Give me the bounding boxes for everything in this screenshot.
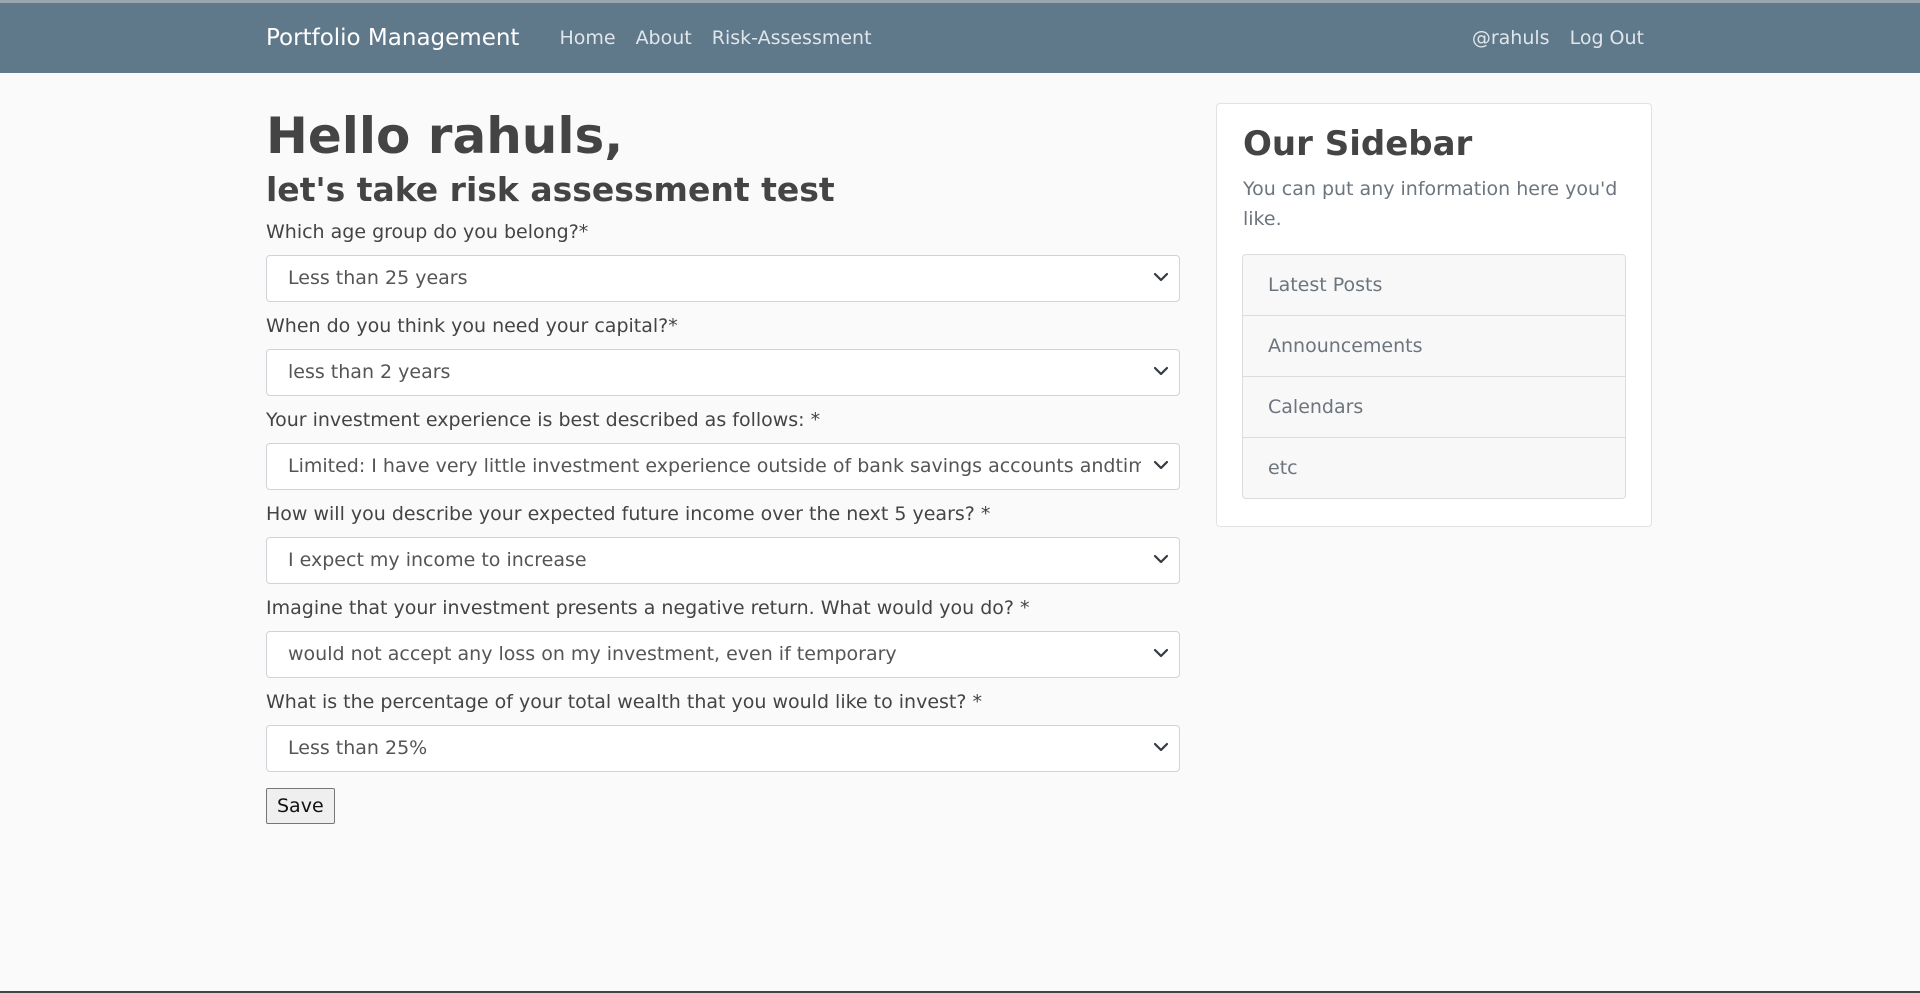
sidebar-list: Latest Posts Announcements Calendars etc <box>1242 254 1626 499</box>
chevron-down-icon <box>1153 366 1169 376</box>
wealth-percentage-select[interactable]: Less than 25% <box>266 725 1180 772</box>
nav-link-risk-assessment[interactable]: Risk-Assessment <box>712 27 872 49</box>
nav-link-home[interactable]: Home <box>559 27 615 49</box>
sidebar-item-calendars[interactable]: Calendars <box>1243 376 1625 437</box>
question-capital-need: When do you think you need your capital?… <box>266 314 1180 396</box>
sidebar-title: Our Sidebar <box>1243 124 1473 164</box>
save-button[interactable]: Save <box>266 788 335 824</box>
question-future-income: How will you describe your expected futu… <box>266 502 1180 584</box>
nav-links: Home About Risk-Assessment <box>559 27 891 49</box>
select-value: I expect my income to increase <box>288 549 587 571</box>
question-label: Your investment experience is best descr… <box>266 409 821 431</box>
chevron-down-icon <box>1153 460 1169 470</box>
logout-link[interactable]: Log Out <box>1570 27 1644 49</box>
question-negative-return: Imagine that your investment presents a … <box>266 596 1180 678</box>
question-investment-experience: Your investment experience is best descr… <box>266 408 1180 490</box>
navbar: Portfolio Management Home About Risk-Ass… <box>0 3 1920 73</box>
chevron-down-icon <box>1153 272 1169 282</box>
sidebar: Our Sidebar You can put any information … <box>1216 103 1652 527</box>
sidebar-text: You can put any information here you'd l… <box>1243 178 1618 230</box>
question-age-group: Which age group do you belong?* Less tha… <box>266 220 1180 302</box>
future-income-select[interactable]: I expect my income to increase <box>266 537 1180 584</box>
nav-right: @rahuls Log Out <box>1472 27 1654 49</box>
question-label: Imagine that your investment presents a … <box>266 597 1030 619</box>
investment-experience-select[interactable]: Limited: I have very little investment e… <box>266 443 1180 490</box>
user-link[interactable]: @rahuls <box>1472 27 1550 49</box>
navbar-inner: Portfolio Management Home About Risk-Ass… <box>266 3 1654 73</box>
nav-link-about[interactable]: About <box>636 27 692 49</box>
chevron-down-icon <box>1153 554 1169 564</box>
sidebar-item-etc[interactable]: etc <box>1243 437 1625 498</box>
page-subtitle: let's take risk assessment test <box>266 170 835 209</box>
brand-link[interactable]: Portfolio Management <box>266 25 519 51</box>
chevron-down-icon <box>1153 648 1169 658</box>
question-wealth-percentage: What is the percentage of your total wea… <box>266 690 1180 772</box>
age-group-select[interactable]: Less than 25 years <box>266 255 1180 302</box>
sidebar-item-announcements[interactable]: Announcements <box>1243 315 1625 376</box>
question-label: When do you think you need your capital?… <box>266 315 678 337</box>
greeting-heading: Hello rahuls, <box>266 107 624 165</box>
select-value: Less than 25 years <box>288 267 468 289</box>
negative-return-select[interactable]: would not accept any loss on my investme… <box>266 631 1180 678</box>
select-value: less than 2 years <box>288 361 451 383</box>
select-value: would not accept any loss on my investme… <box>288 643 897 665</box>
main-content: Hello rahuls, let's take risk assessment… <box>266 73 1180 824</box>
capital-need-select[interactable]: less than 2 years <box>266 349 1180 396</box>
risk-assessment-form: Which age group do you belong?* Less tha… <box>266 220 1180 824</box>
select-value: Limited: I have very little investment e… <box>288 455 1141 477</box>
sidebar-item-latest-posts[interactable]: Latest Posts <box>1243 255 1625 315</box>
chevron-down-icon <box>1153 742 1169 752</box>
question-label: How will you describe your expected futu… <box>266 503 991 525</box>
select-value: Less than 25% <box>288 737 428 759</box>
question-label: Which age group do you belong?* <box>266 221 589 243</box>
question-label: What is the percentage of your total wea… <box>266 691 982 713</box>
